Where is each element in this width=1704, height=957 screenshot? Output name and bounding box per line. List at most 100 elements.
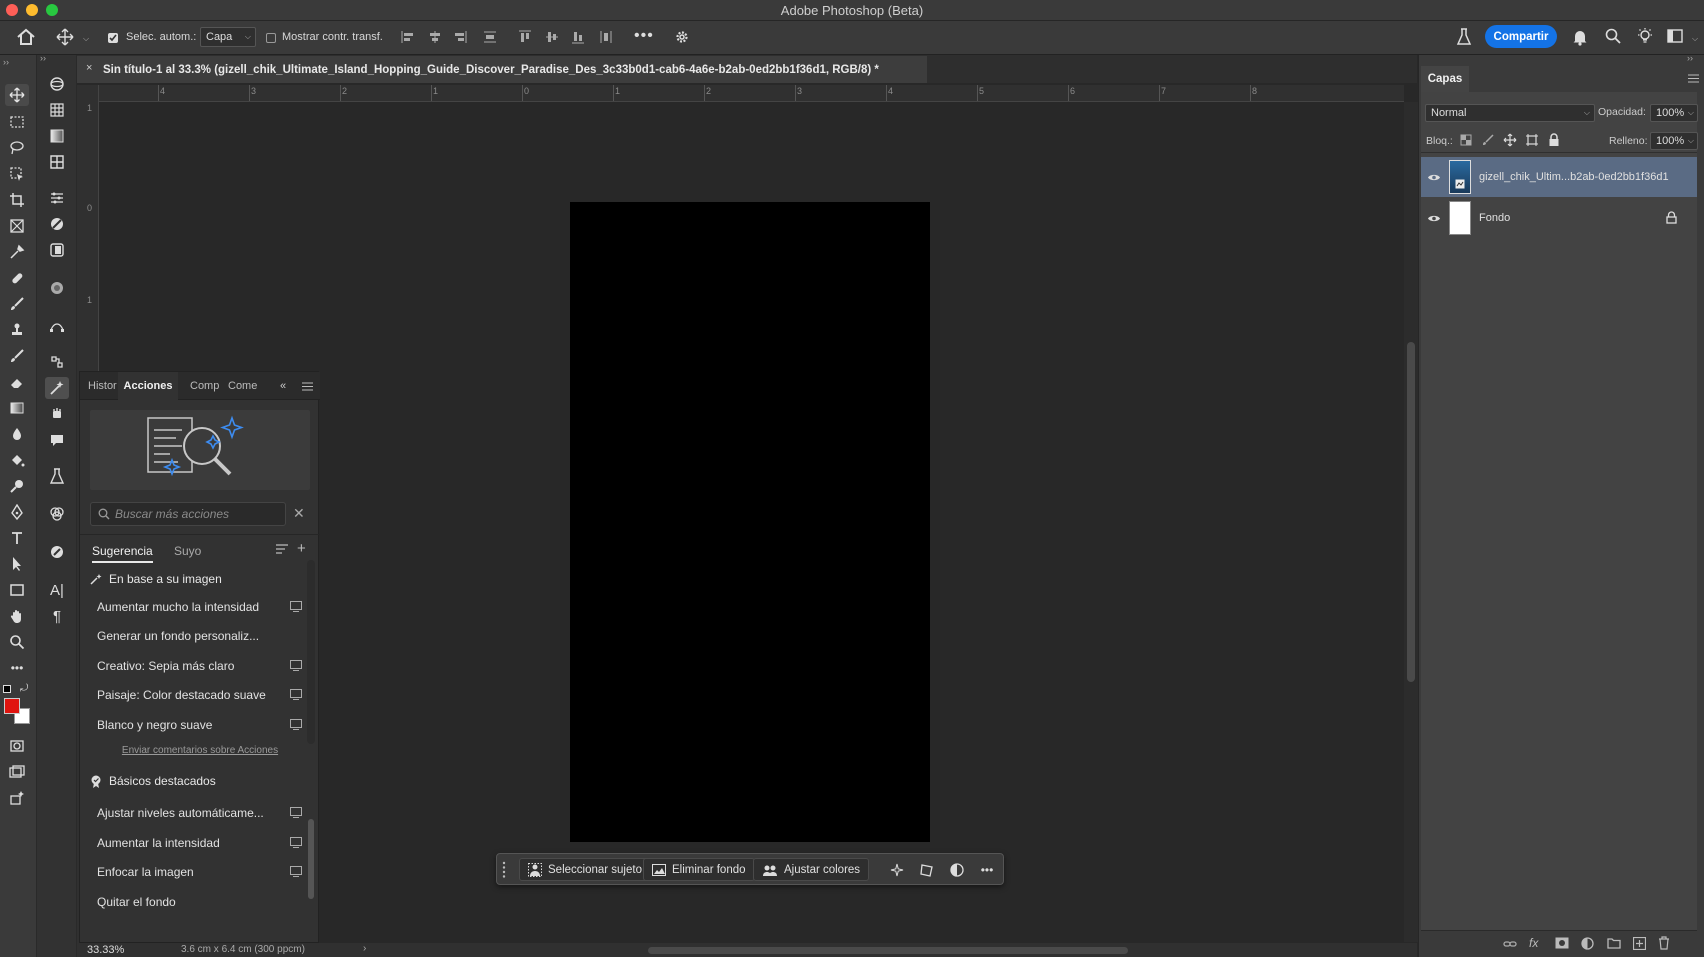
lock-all-icon[interactable] bbox=[1548, 133, 1560, 147]
lock-transparency-icon[interactable] bbox=[1460, 134, 1472, 146]
hand-stamp-icon[interactable] bbox=[45, 403, 69, 425]
object-selection-tool-icon[interactable] bbox=[5, 163, 29, 185]
select-subject-button[interactable]: Seleccionar sujeto bbox=[519, 858, 651, 881]
channels-panel-icon[interactable] bbox=[45, 503, 69, 525]
gear-icon[interactable] bbox=[674, 29, 690, 45]
hand-tool-icon[interactable] bbox=[5, 605, 29, 627]
action-item[interactable]: Aumentar la intensidad bbox=[97, 832, 302, 854]
rectangle-tool-icon[interactable] bbox=[5, 579, 29, 601]
align-top-icon[interactable] bbox=[517, 29, 533, 45]
feedback-link[interactable]: Enviar comentarios sobre Acciones bbox=[80, 745, 320, 756]
new-layer-icon[interactable] bbox=[1633, 937, 1646, 950]
lock-position-icon[interactable] bbox=[1503, 133, 1517, 147]
action-item[interactable]: Ajustar niveles automáticame... bbox=[97, 802, 302, 824]
sparkle-icon[interactable] bbox=[887, 860, 907, 880]
eraser-tool-icon[interactable] bbox=[5, 371, 29, 393]
gradients-panel-icon[interactable] bbox=[45, 125, 69, 147]
distribute-icon[interactable] bbox=[482, 29, 498, 45]
zoom-level[interactable]: 33.33% bbox=[87, 944, 124, 956]
home-icon[interactable] bbox=[16, 28, 36, 46]
distribute-vertical-icon[interactable] bbox=[598, 29, 614, 45]
tab-actions[interactable]: Acciones bbox=[118, 372, 178, 400]
adjustments-panel-icon[interactable] bbox=[45, 187, 69, 209]
more-options-icon[interactable]: ••• bbox=[977, 860, 997, 880]
more-options-icon[interactable]: ••• bbox=[634, 27, 654, 45]
collapse-icon[interactable]: ›› bbox=[1687, 53, 1693, 63]
beaker-icon[interactable] bbox=[1456, 28, 1472, 46]
blur-tool-icon[interactable] bbox=[5, 423, 29, 445]
show-transform-checkbox[interactable] bbox=[266, 33, 276, 43]
clear-search-icon[interactable]: ✕ bbox=[293, 505, 305, 522]
actions-search-input[interactable] bbox=[115, 505, 280, 523]
eye-icon[interactable] bbox=[1427, 173, 1441, 182]
comments-panel-icon[interactable] bbox=[45, 429, 69, 451]
paragraph-panel-icon[interactable]: ¶ bbox=[45, 605, 69, 627]
eye-icon[interactable] bbox=[1427, 214, 1441, 223]
workspace-icon[interactable] bbox=[1667, 29, 1683, 43]
bell-icon[interactable] bbox=[1572, 28, 1588, 46]
clone-stamp-tool-icon[interactable] bbox=[5, 319, 29, 341]
collapse-icon[interactable]: ›› bbox=[3, 57, 9, 67]
fill-field[interactable]: 100% ⌵ bbox=[1650, 132, 1698, 150]
tab-layers[interactable]: Capas bbox=[1421, 66, 1469, 92]
panel-menu-icon[interactable] bbox=[1688, 74, 1699, 83]
3d-panel-icon[interactable] bbox=[45, 73, 69, 95]
folder-icon[interactable] bbox=[1607, 938, 1621, 949]
align-center-icon[interactable] bbox=[427, 29, 443, 45]
link-layers-icon[interactable] bbox=[1503, 938, 1517, 950]
auto-select-target-dropdown[interactable]: Capa ⌵ bbox=[200, 27, 256, 47]
document-tab[interactable]: × Sin título-1 al 33.3% (gizell_chik_Ult… bbox=[77, 56, 927, 83]
panel-menu-icon[interactable] bbox=[302, 372, 313, 400]
libraries-panel-icon[interactable] bbox=[45, 239, 69, 261]
properties-panel-icon[interactable] bbox=[45, 213, 69, 235]
actions-panel-icon[interactable] bbox=[45, 377, 69, 399]
paths-panel-icon[interactable] bbox=[45, 315, 69, 337]
layer-row[interactable]: Fondo bbox=[1421, 198, 1697, 238]
crop-tool-icon[interactable] bbox=[5, 189, 29, 211]
action-item[interactable]: Generar un fondo personaliz... bbox=[97, 625, 302, 647]
tab-comments[interactable]: Come bbox=[228, 372, 257, 400]
action-item[interactable]: Enfocar la imagen bbox=[97, 861, 302, 883]
search-icon[interactable] bbox=[1605, 28, 1621, 44]
align-left-icon[interactable] bbox=[400, 29, 416, 45]
remove-background-button[interactable]: Eliminar fondo bbox=[643, 858, 755, 881]
adjustment-layer-icon[interactable] bbox=[947, 860, 967, 880]
adjust-colors-button[interactable]: Ajustar colores bbox=[753, 858, 870, 881]
swap-colors-icon[interactable]: ⤾ bbox=[20, 683, 28, 694]
action-item[interactable]: Creativo: Sepia más claro bbox=[97, 655, 302, 677]
vertical-scrollbar-thumb[interactable] bbox=[1407, 342, 1415, 682]
layer-name[interactable]: gizell_chik_Ultim...b2ab-0ed2bb1f36d1 bbox=[1479, 171, 1669, 183]
character-panel-icon[interactable]: A| bbox=[45, 579, 69, 601]
lightbulb-icon[interactable] bbox=[1636, 27, 1654, 45]
color-panel-icon[interactable] bbox=[45, 277, 69, 299]
history-brush-tool-icon[interactable] bbox=[5, 345, 29, 367]
chevron-down-icon[interactable]: ⌵ bbox=[83, 34, 89, 44]
quick-mask-icon[interactable] bbox=[5, 735, 29, 757]
zoom-tool-icon[interactable] bbox=[5, 631, 29, 653]
share-button[interactable]: Compartir bbox=[1485, 25, 1557, 48]
add-mask-icon[interactable] bbox=[1555, 937, 1569, 949]
patterns-panel-icon[interactable] bbox=[45, 151, 69, 173]
tab-yours[interactable]: Suyo bbox=[174, 544, 201, 558]
lock-artboard-icon[interactable] bbox=[1525, 133, 1539, 147]
collapse-icon[interactable]: ›› bbox=[40, 53, 46, 63]
scrollbar-thumb[interactable] bbox=[308, 819, 314, 899]
action-item[interactable]: Paisaje: Color destacado suave bbox=[97, 684, 302, 706]
lasso-tool-icon[interactable] bbox=[5, 137, 29, 159]
screen-mode-icon[interactable] bbox=[5, 761, 29, 783]
brush-tool-icon[interactable] bbox=[5, 293, 29, 315]
move-tool-icon[interactable] bbox=[56, 28, 74, 46]
dodge-tool-icon[interactable] bbox=[5, 475, 29, 497]
eyedropper-tool-icon[interactable] bbox=[5, 241, 29, 263]
align-middle-icon[interactable] bbox=[544, 29, 560, 45]
auto-select-checkbox[interactable] bbox=[108, 33, 118, 43]
layer-row[interactable]: gizell_chik_Ultim...b2ab-0ed2bb1f36d1 bbox=[1421, 157, 1697, 197]
pen-tool-icon[interactable] bbox=[5, 501, 29, 523]
healing-brush-tool-icon[interactable] bbox=[5, 267, 29, 289]
drag-handle-icon[interactable] bbox=[501, 860, 507, 880]
blend-mode-dropdown[interactable]: Normal ⌵ bbox=[1425, 104, 1595, 122]
beaker-icon[interactable] bbox=[45, 465, 69, 487]
horizontal-ruler[interactable]: 4 3 2 1 0 1 2 3 4 5 6 7 8 bbox=[86, 85, 1404, 102]
history-panel-icon[interactable] bbox=[45, 351, 69, 373]
more-tools-icon[interactable]: ••• bbox=[5, 657, 29, 679]
